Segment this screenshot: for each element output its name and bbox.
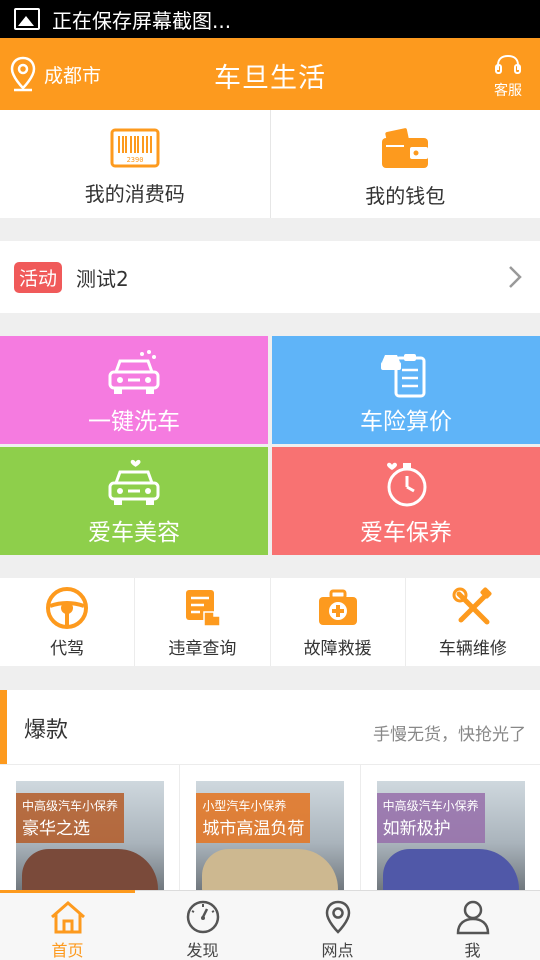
car-wash-icon	[108, 350, 160, 394]
app-header: 成都市 车旦生活 客服	[0, 38, 540, 110]
compass-icon	[186, 900, 219, 934]
wrench-screwdriver-icon	[452, 587, 492, 625]
product-subtitle: 小型汽车小保养	[202, 799, 287, 813]
hot-subtitle: 手慢无货，快抢光了	[373, 725, 526, 745]
tile-label: 爱车美容	[88, 520, 180, 546]
service-label: 故障救援	[303, 639, 372, 659]
tile-label: 爱车保养	[360, 520, 452, 546]
product-card[interactable]: 中高级汽车小保养 如新极护	[359, 765, 540, 890]
product-image: 中高级汽车小保养 如新极护	[376, 781, 525, 890]
service-violation-query[interactable]: 违章查询	[134, 578, 269, 666]
chevron-right-icon	[509, 266, 522, 288]
product-list: 中高级汽车小保养 豪华之选 小型汽车小保养 城市高温负荷 中高级汽车小保养 如新…	[0, 764, 540, 890]
tile-car-maintenance[interactable]: 爱车保养	[272, 447, 540, 555]
bottom-tab-bar: 首页 发现 网点 我	[0, 890, 540, 960]
service-label: 车辆维修	[438, 639, 507, 659]
service-label: 违章查询	[168, 639, 237, 659]
product-title: 如新极护	[382, 819, 451, 839]
status-text: 正在保存屏幕截图...	[52, 8, 232, 33]
status-bar: 正在保存屏幕截图...	[0, 0, 540, 38]
tile-label: 一键洗车	[88, 409, 180, 435]
tile-label: 车险算价	[360, 409, 452, 435]
tile-car-beauty[interactable]: 爱车美容	[0, 447, 268, 555]
activity-tag: 活动	[14, 261, 63, 293]
product-title: 城市高温负荷	[202, 819, 305, 839]
tab-outlets[interactable]: 网点	[270, 891, 405, 960]
violation-query-icon	[186, 590, 222, 627]
activity-text: 测试2	[76, 266, 129, 291]
service-designated-driver[interactable]: 代驾	[0, 578, 134, 666]
wallet-icon	[382, 128, 429, 168]
product-banner: 小型汽车小保养 城市高温负荷	[196, 793, 311, 843]
product-card[interactable]: 小型汽车小保养 城市高温负荷	[179, 765, 359, 890]
tab-discover[interactable]: 发现	[135, 891, 270, 960]
tab-label: 我	[464, 941, 481, 960]
tab-label: 发现	[186, 941, 219, 960]
service-row: 代驾 违章查询 故障救援 车辆维修	[0, 578, 540, 666]
product-title: 豪华之选	[22, 819, 90, 839]
customer-service-label: 客服	[494, 83, 522, 99]
product-image: 中高级汽车小保养 豪华之选	[16, 781, 164, 890]
product-subtitle: 中高级汽车小保养	[382, 799, 479, 813]
accent-bar	[0, 690, 7, 764]
steering-wheel-icon	[46, 587, 89, 629]
map-pin-icon	[325, 900, 350, 934]
tile-car-wash[interactable]: 一键洗车	[0, 336, 268, 444]
insurance-clipboard-icon	[381, 354, 426, 398]
first-aid-kit-icon	[318, 589, 357, 625]
wallet-label: 我的钱包	[365, 184, 446, 208]
service-label: 代驾	[50, 639, 85, 659]
product-image: 小型汽车小保养 城市高温负荷	[196, 781, 345, 890]
wallet-row: 2390 我的消费码 我的钱包	[0, 110, 540, 218]
stopwatch-heart-icon	[387, 462, 427, 507]
product-banner: 中高级汽车小保养 如新极护	[376, 793, 485, 843]
customer-service-button[interactable]: 客服	[494, 54, 522, 100]
headset-icon	[495, 54, 521, 74]
service-repair[interactable]: 车辆维修	[404, 578, 540, 666]
tile-insurance[interactable]: 车险算价	[272, 336, 540, 444]
hot-title: 爆款	[24, 718, 69, 743]
image-icon	[14, 8, 40, 30]
barcode-icon: 2390	[110, 128, 160, 168]
car-heart-icon	[108, 459, 160, 505]
consume-code-button[interactable]: 2390 我的消费码	[0, 110, 270, 218]
wallet-button[interactable]: 我的钱包	[269, 110, 540, 218]
barcode-digits: 2390	[126, 156, 143, 164]
product-subtitle: 中高级汽车小保养	[22, 799, 119, 813]
consume-code-label: 我的消费码	[84, 182, 185, 206]
page-title: 车旦生活	[214, 63, 326, 94]
product-banner: 中高级汽车小保养 豪华之选	[16, 793, 125, 843]
tab-home[interactable]: 首页	[0, 891, 135, 960]
activity-row[interactable]: 活动 测试2	[0, 241, 540, 313]
home-icon	[50, 901, 85, 934]
service-rescue[interactable]: 故障救援	[269, 578, 405, 666]
tab-label: 网点	[321, 941, 354, 960]
product-card[interactable]: 中高级汽车小保养 豪华之选	[0, 765, 179, 890]
hot-section-header: 爆款 手慢无货，快抢光了	[0, 690, 540, 764]
tab-me[interactable]: 我	[405, 891, 540, 960]
user-icon	[456, 900, 489, 935]
tab-label: 首页	[51, 941, 84, 960]
